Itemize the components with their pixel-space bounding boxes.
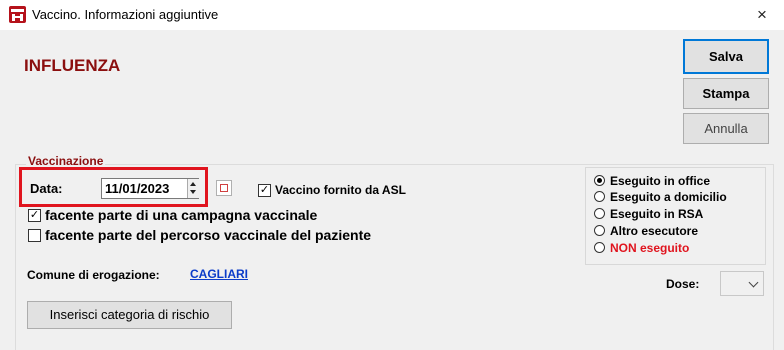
campaign-checkbox-label[interactable]: facente parte di una campagna vaccinale [45, 207, 317, 223]
close-button[interactable]: × [740, 0, 784, 30]
dose-select[interactable] [720, 271, 764, 296]
add-risk-category-button[interactable]: Inserisci categoria di rischio [27, 301, 232, 329]
radio-button[interactable] [594, 242, 605, 253]
asl-checkbox-label[interactable]: Vaccino fornito da ASL [275, 183, 406, 197]
radio-label[interactable]: Eseguito in RSA [610, 207, 703, 221]
vaccination-path-checkbox[interactable] [28, 229, 41, 242]
radio-button[interactable] [594, 175, 605, 186]
page-title: INFLUENZA [24, 56, 121, 75]
date-spinner[interactable] [187, 179, 199, 198]
cancel-button[interactable]: Annulla [683, 113, 769, 144]
window-title: Vaccino. Informazioni aggiuntive [32, 7, 219, 22]
vaccination-path-checkbox-label[interactable]: facente parte del percorso vaccinale del… [45, 227, 371, 243]
radio-label[interactable]: NON eseguito [610, 241, 689, 255]
radio-button[interactable] [594, 191, 605, 202]
spin-up-icon[interactable] [190, 182, 196, 186]
asl-checkbox[interactable]: ✓ [258, 184, 271, 197]
dose-label: Dose: [666, 277, 700, 291]
chevron-down-icon [748, 277, 759, 288]
title-bar: Vaccino. Informazioni aggiuntive × [0, 0, 784, 30]
save-button[interactable]: Salva [683, 39, 769, 74]
radio-label[interactable]: Altro esecutore [610, 224, 698, 238]
date-label: Data: [30, 181, 63, 196]
radio-label[interactable]: Eseguito a domicilio [610, 190, 727, 204]
castle-icon [9, 6, 26, 23]
radio-button[interactable] [594, 225, 605, 236]
radio-label[interactable]: Eseguito in office [610, 174, 710, 188]
date-input[interactable]: 11/01/2023 [101, 178, 199, 199]
comune-label: Comune di erogazione: [27, 268, 160, 282]
vaccination-group-label: Vaccinazione [26, 154, 106, 168]
spin-down-icon[interactable] [190, 190, 196, 194]
print-button[interactable]: Stampa [683, 78, 769, 109]
comune-link[interactable]: CAGLIARI [190, 267, 248, 281]
radio-button[interactable] [594, 208, 605, 219]
calendar-icon [220, 184, 228, 192]
calendar-button[interactable] [216, 180, 232, 196]
campaign-checkbox[interactable]: ✓ [28, 209, 41, 222]
